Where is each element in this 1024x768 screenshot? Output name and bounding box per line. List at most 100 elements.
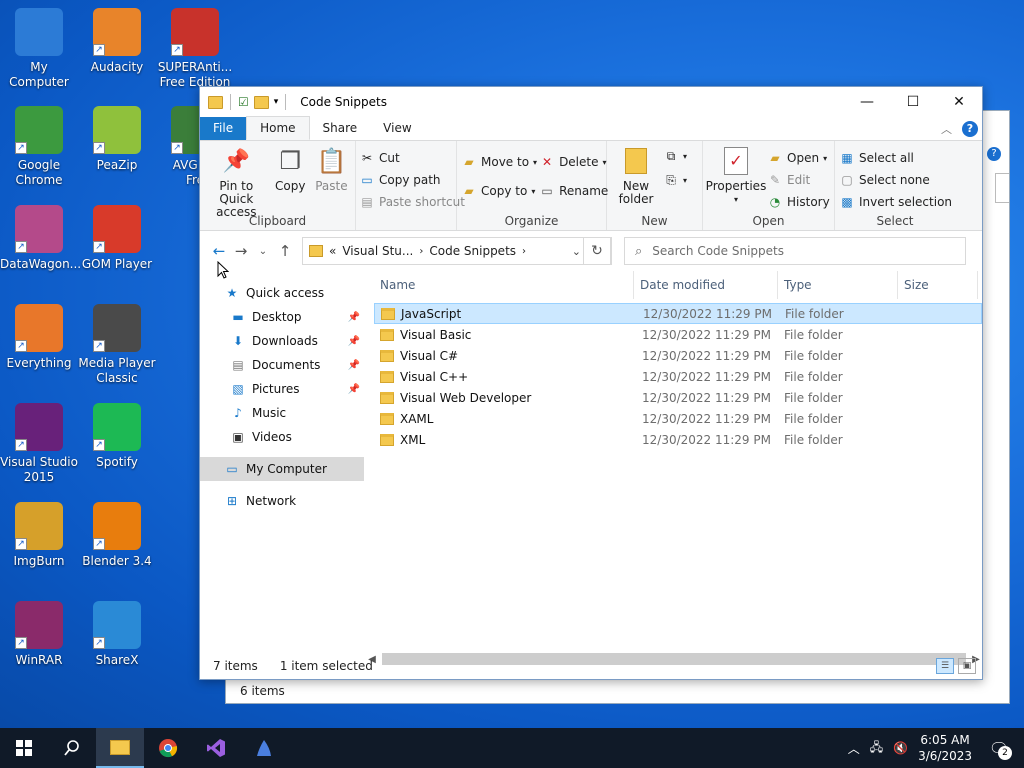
back-arrow-icon[interactable]: ←	[208, 240, 230, 262]
column-size[interactable]: Size	[898, 270, 978, 299]
nav-quick-access[interactable]: ★ Quick access	[200, 281, 364, 305]
explorer-window[interactable]: ☑ ▾ Code Snippets — ☐ ✕ File Home Share …	[199, 86, 983, 680]
refresh-icon[interactable]: ↻	[583, 237, 611, 265]
delete-button[interactable]: ✕ Delete ▾	[539, 153, 608, 171]
nav-network[interactable]: ⊞ Network	[200, 489, 364, 513]
taskbar-visual-studio[interactable]	[192, 728, 240, 768]
copy-to-button[interactable]: ▰ Copy to ▾	[461, 182, 537, 200]
tab-view[interactable]: View	[370, 117, 424, 140]
paste-shortcut-button[interactable]: ▤ Paste shortcut	[359, 193, 465, 211]
nav-my-computer[interactable]: ▭ My Computer	[200, 457, 364, 481]
easy-access-button[interactable]: ⎘ ▾	[663, 171, 687, 189]
notifications-button[interactable]: 🗨 2	[982, 728, 1016, 768]
breadcrumb-visual-studio[interactable]: Visual Stu...	[342, 244, 413, 258]
nav-pictures[interactable]: ▧ Pictures 📌	[200, 377, 364, 401]
file-row[interactable]: Visual C# 12/30/2022 11:29 PM File folder	[374, 345, 982, 366]
new-item-button[interactable]: ⧉ ▾	[663, 147, 687, 165]
nav-downloads[interactable]: ⬇ Downloads 📌	[200, 329, 364, 353]
copy-path-button[interactable]: ▭ Copy path	[359, 171, 465, 189]
taskbar-chrome[interactable]	[144, 728, 192, 768]
breadcrumb-chevron-icon[interactable]: ›	[522, 246, 526, 257]
select-all-button[interactable]: ▦ Select all	[839, 149, 952, 167]
nav-music[interactable]: ♪ Music	[200, 401, 364, 425]
shortcut-arrow-icon: ↗	[15, 637, 27, 649]
invert-selection-button[interactable]: ▩ Invert selection	[839, 193, 952, 211]
nav-documents[interactable]: ▤ Documents 📌	[200, 353, 364, 377]
edit-button[interactable]: ✎ Edit	[767, 171, 830, 189]
file-row[interactable]: XAML 12/30/2022 11:29 PM File folder	[374, 408, 982, 429]
desktop-icon-winrar[interactable]: ↗ WinRAR	[0, 601, 78, 668]
address-overflow[interactable]: «	[329, 244, 336, 258]
show-hidden-icons-icon[interactable]: ︿	[848, 740, 860, 757]
start-button[interactable]	[0, 728, 48, 768]
column-name[interactable]: Name	[374, 270, 634, 299]
breadcrumb-chevron-icon[interactable]: ›	[419, 246, 423, 257]
desktop-icon-sharex[interactable]: ↗ ShareX	[78, 601, 156, 668]
column-date-modified[interactable]: Date modified	[634, 270, 778, 299]
large-icons-view-icon[interactable]: ▣	[958, 658, 976, 674]
forward-arrow-icon[interactable]: →	[230, 240, 252, 262]
desktop-icon-my-computer[interactable]: My Computer	[0, 8, 78, 90]
desktop-icon-google-chrome[interactable]: ↗ Google Chrome	[0, 106, 78, 188]
tab-share[interactable]: Share	[310, 117, 371, 140]
desktop-icon-audacity[interactable]: ↗ Audacity	[78, 8, 156, 75]
cut-button[interactable]: ✂ Cut	[359, 149, 465, 167]
help-icon[interactable]: ?	[987, 147, 1001, 161]
tab-file[interactable]: File	[200, 117, 247, 140]
collapse-ribbon-icon[interactable]: ︿	[941, 121, 952, 137]
properties-check-icon[interactable]: ☑	[238, 95, 249, 109]
select-group: ▦ Select all ▢ Select none ▩ Invert selecti…	[835, 141, 955, 230]
title-bar[interactable]: ☑ ▾ Code Snippets — ☐ ✕	[200, 87, 982, 117]
file-type: File folder	[784, 411, 843, 426]
rename-button[interactable]: ▭ Rename	[539, 182, 608, 200]
taskbar-app[interactable]	[240, 728, 288, 768]
desktop-icon-blender[interactable]: ↗ Blender 3.4	[78, 502, 156, 569]
history-button[interactable]: ◔ History	[767, 193, 830, 211]
address-bar[interactable]: « Visual Stu... › Code Snippets › ⌄ ↻	[302, 237, 612, 265]
nav-videos[interactable]: ▣ Videos	[200, 425, 364, 449]
desktop-icon-gom-player[interactable]: ↗ GOM Player	[78, 205, 156, 272]
address-dropdown-icon[interactable]: ⌄	[572, 245, 581, 258]
desktop-icon-spotify[interactable]: ↗ Spotify	[78, 403, 156, 470]
search-button[interactable]	[48, 728, 96, 768]
desktop-icon-superantispyware[interactable]: ↗ SUPERAnti... Free Edition	[156, 8, 234, 90]
file-row[interactable]: JavaScript 12/30/2022 11:29 PM File folder	[374, 303, 982, 324]
ribbon-tabs: File Home Share View ︿ ?	[200, 116, 982, 141]
recent-locations-icon[interactable]: ⌄	[252, 240, 274, 262]
tab-home[interactable]: Home	[246, 116, 310, 140]
desktop-icon-datawagon[interactable]: ↗ DataWagon...	[0, 205, 81, 272]
pin-icon[interactable]: 📌	[348, 360, 360, 371]
taskbar-file-explorer[interactable]	[96, 728, 144, 768]
desktop-icon-peazip[interactable]: ↗ PeaZip	[78, 106, 156, 173]
up-arrow-icon[interactable]: ↑	[274, 240, 296, 262]
video-icon: ▣	[232, 430, 244, 444]
desktop-icon-media-player-classic[interactable]: ↗ Media Player Classic	[78, 304, 156, 386]
desktop-icon-everything[interactable]: ↗ Everything	[0, 304, 78, 371]
move-to-button[interactable]: ▰ Move to ▾	[461, 153, 537, 171]
column-type[interactable]: Type	[778, 270, 898, 299]
search-input[interactable]: ⌕ Search Code Snippets	[624, 237, 966, 265]
pin-icon[interactable]: 📌	[348, 312, 360, 323]
nav-desktop[interactable]: ▬ Desktop 📌	[200, 305, 364, 329]
volume-muted-icon[interactable]: 🔇	[893, 741, 908, 755]
desktop-icon-imgburn[interactable]: ↗ ImgBurn	[0, 502, 78, 569]
desktop-icon-visual-studio-2015[interactable]: ↗ Visual Studio 2015	[0, 403, 78, 485]
file-row[interactable]: Visual Web Developer 12/30/2022 11:29 PM F…	[374, 387, 982, 408]
file-row[interactable]: Visual C++ 12/30/2022 11:29 PM File folder	[374, 366, 982, 387]
details-view-icon[interactable]: ☰	[936, 658, 954, 674]
pin-icon[interactable]: 📌	[348, 336, 360, 347]
close-button[interactable]: ✕	[936, 87, 982, 117]
minimize-button[interactable]: —	[844, 87, 890, 117]
file-row[interactable]: XML 12/30/2022 11:29 PM File folder	[374, 429, 982, 450]
clock[interactable]: 6:05 AM 3/6/2023	[918, 732, 972, 764]
select-none-button[interactable]: ▢ Select none	[839, 171, 952, 189]
help-icon[interactable]: ?	[962, 121, 978, 137]
network-icon[interactable]: 🖧	[870, 738, 883, 759]
file-row[interactable]: Visual Basic 12/30/2022 11:29 PM File fold…	[374, 324, 982, 345]
open-button[interactable]: ▰ Open ▾	[767, 149, 830, 167]
new-folder-icon[interactable]	[253, 95, 269, 109]
customize-toolbar-icon[interactable]: ▾	[274, 97, 279, 107]
breadcrumb-code-snippets[interactable]: Code Snippets	[429, 244, 516, 258]
pin-icon[interactable]: 📌	[348, 384, 360, 395]
maximize-button[interactable]: ☐	[890, 87, 936, 117]
